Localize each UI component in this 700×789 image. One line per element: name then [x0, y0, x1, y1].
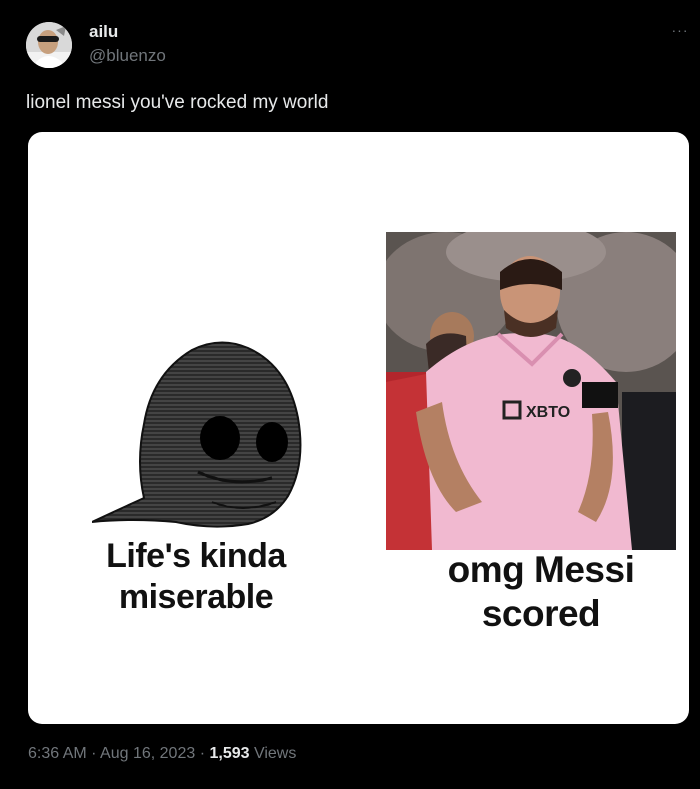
views-count: 1,593	[209, 745, 250, 762]
messi-photo: XBTO	[386, 232, 676, 550]
left-caption-line2: miserable	[118, 577, 274, 616]
right-caption-line2: scored	[481, 593, 601, 635]
right-caption: omg Messi scored	[396, 548, 686, 637]
more-options-icon[interactable]: ···	[669, 22, 691, 38]
left-caption-line1: Life's kinda	[106, 537, 286, 575]
author-name[interactable]: ailu	[89, 22, 118, 42]
left-caption: Life's kinda miserable	[66, 536, 326, 618]
right-caption-line1: omg Messi	[447, 549, 635, 590]
avatar[interactable]	[26, 22, 72, 68]
media-image[interactable]: XBTO Life's kinda miserable omg Messi sc…	[28, 132, 689, 724]
views-label: Views	[249, 745, 297, 762]
meta-separator: ·	[195, 745, 210, 762]
author-handle[interactable]: @bluenzo	[89, 46, 166, 66]
tweet-time[interactable]: 6:36 AM	[28, 745, 87, 762]
tweet: ailu @bluenzo ··· lionel messi you've ro…	[0, 0, 700, 789]
tweet-date[interactable]: Aug 16, 2023	[100, 745, 195, 762]
avatar-photo	[26, 22, 72, 68]
meta-separator: ·	[86, 745, 101, 762]
jersey-sponsor: XBTO	[526, 404, 570, 421]
tweet-meta: 6:36 AM · Aug 16, 2023 · 1,593 Views	[28, 745, 296, 763]
wojak-drawing	[92, 341, 302, 528]
tweet-text: lionel messi you've rocked my world	[26, 92, 329, 113]
